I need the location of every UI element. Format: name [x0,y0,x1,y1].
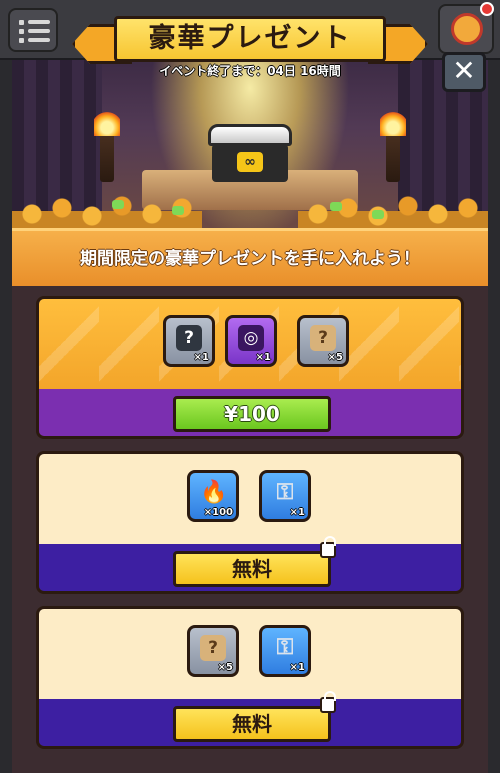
lock-icon [320,691,336,713]
gray-chest-icon[interactable]: ? ×1 [163,315,215,367]
event-banner: ∞ [12,60,488,230]
mystery-scroll-icon[interactable]: ? ×5 [187,625,239,677]
page-title: 豪華プレゼント [148,23,352,54]
close-button[interactable]: ✕ [442,52,486,92]
fire-icon[interactable]: 🔥 ×100 [187,470,239,522]
mystery-scroll-icon[interactable]: ? ×5 [297,315,349,367]
key-icon[interactable]: ⚿ ×1 [259,625,311,677]
claim-free-button[interactable]: 無料 [173,691,336,742]
torch-left-icon [94,112,120,182]
torch-right-icon [380,112,406,182]
gem-icon [172,206,184,215]
offer-subheading: 期間限定の豪華プレゼントを手に入れよう！ [12,228,488,286]
offer-card-free-1: 🔥 ×100 ⚿ ×1 無料 [36,451,464,594]
purple-chest-icon[interactable]: ◎ ×1 [225,315,277,367]
offers-panel: 期間限定の豪華プレゼントを手に入れよう！ ? ×1 ◎ ×1 ? ×5 ¥100… [12,228,488,773]
menu-button[interactable] [8,8,58,52]
profile-button[interactable] [438,2,494,54]
key-icon[interactable]: ⚿ ×1 [259,470,311,522]
list-icon [19,20,24,25]
notification-badge [480,2,494,16]
offer-card-premium: ? ×1 ◎ ×1 ? ×5 ¥100 [36,296,464,439]
claim-free-button[interactable]: 無料 [173,536,336,587]
avatar [451,13,483,45]
buy-button-price[interactable]: ¥100 [173,396,331,432]
treasure-chest-icon: ∞ [208,124,292,182]
gem-icon [330,202,342,211]
gem-icon [372,210,384,219]
gold-coins-right [298,188,488,230]
event-countdown: イベント終了まで：04日 16時間 [159,64,341,78]
lock-icon [320,536,336,558]
offer-card-free-2: ? ×5 ⚿ ×1 無料 [36,606,464,749]
gem-icon [112,200,124,209]
